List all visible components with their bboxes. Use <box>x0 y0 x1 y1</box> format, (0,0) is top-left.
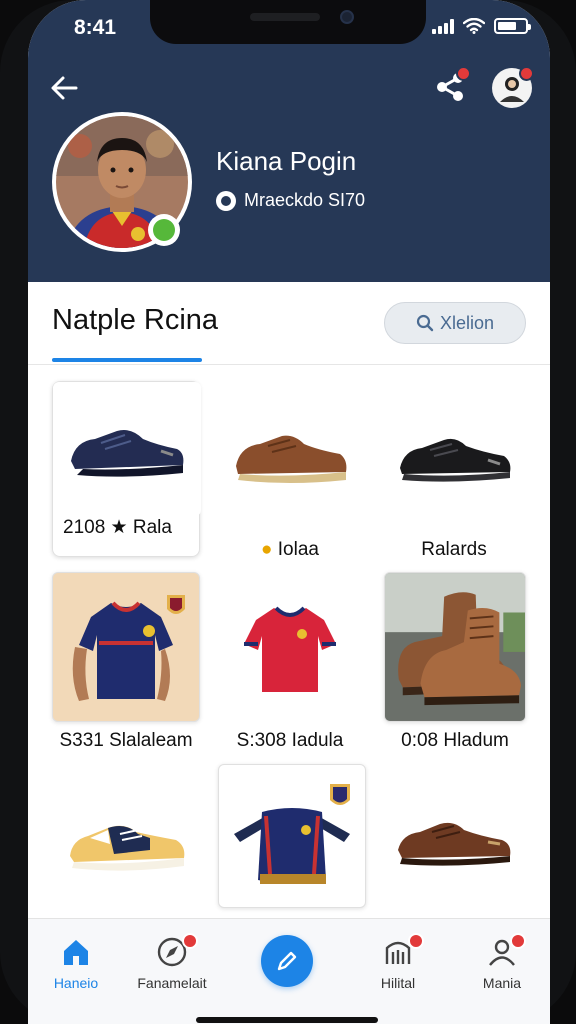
product-card[interactable] <box>218 764 366 916</box>
profile-meta: Mraeckdo SI70 <box>216 190 365 211</box>
leather-boots-image <box>385 573 525 721</box>
product-card[interactable]: S331 Slalaleam <box>52 572 200 752</box>
phone-frame: 8:41 Kiana Pogin Mraeckdo SI70 Natple Rc… <box>0 0 576 1024</box>
profile-badge <box>510 933 526 949</box>
verified-icon <box>216 190 236 211</box>
explore-badge <box>182 933 198 949</box>
yellow-sneaker-image <box>70 825 185 871</box>
pencil-icon <box>277 951 297 971</box>
wifi-icon <box>463 18 485 34</box>
front-camera <box>340 10 354 24</box>
nav-home-label: Haneio <box>53 975 99 991</box>
search-label: Xlelion <box>439 312 495 333</box>
status-icons <box>432 18 531 34</box>
speaker-grille <box>250 13 320 21</box>
product-caption: S331 Slalaleam <box>59 730 193 751</box>
product-caption: Ralards <box>421 539 487 560</box>
share-button[interactable] <box>430 66 471 106</box>
product-caption: ● Iolaa <box>261 539 319 560</box>
app-screen: 8:41 Kiana Pogin Mraeckdo SI70 Natple Rc… <box>28 0 550 1024</box>
product-caption: 2108 ★ Rala <box>63 517 172 538</box>
profile-name: Kiana Pogin <box>216 146 357 176</box>
back-arrow-icon[interactable] <box>46 70 82 106</box>
home-indicator[interactable] <box>196 1017 378 1023</box>
product-card[interactable]: ● Iolaa <box>216 381 364 561</box>
account-notification-badge <box>519 66 534 81</box>
camera-notch <box>150 0 426 44</box>
product-caption: 0:08 Hladum <box>401 730 509 751</box>
active-tab-indicator <box>52 358 202 362</box>
account-avatar-button[interactable] <box>492 66 534 108</box>
navy-jersey-image <box>72 595 185 701</box>
product-card[interactable]: 2108 ★ Rala <box>52 381 201 557</box>
brown-casual-shoe-image <box>398 822 511 866</box>
product-card[interactable]: 0:08 Hladum <box>384 572 526 752</box>
store-badge <box>408 933 424 949</box>
red-jersey-image <box>244 606 336 692</box>
signal-icon <box>432 18 454 34</box>
compose-button[interactable] <box>261 935 313 987</box>
search-button[interactable]: Xlelion <box>384 302 526 344</box>
nav-store-label: Hilital <box>380 975 416 991</box>
profile-header: 8:41 Kiana Pogin Mraeckdo SI70 <box>28 0 550 282</box>
home-icon <box>64 940 88 965</box>
nav-profile[interactable]: Mania <box>454 933 550 991</box>
nav-profile-label: Mania <box>482 975 522 991</box>
profile-meta-text: Mraeckdo SI70 <box>244 190 366 210</box>
battery-icon <box>494 18 531 34</box>
product-card[interactable] <box>52 764 200 922</box>
black-shoe-image <box>400 438 511 482</box>
bottom-navigation: Haneio Fanamelait Hilital Mania <box>28 918 550 1024</box>
section-title: Natple Rcina <box>52 304 219 336</box>
brown-shoe-image <box>236 435 347 483</box>
product-card[interactable]: Ralards <box>380 381 528 561</box>
status-time: 8:41 <box>74 16 117 39</box>
online-status-indicator <box>148 214 180 246</box>
nav-store[interactable]: Hilital <box>350 933 446 991</box>
team-bag-image <box>234 784 350 884</box>
bookmark-icon: ● <box>261 539 273 560</box>
search-icon <box>416 314 434 332</box>
nav-explore-label: Fanamelait <box>137 975 207 991</box>
share-notification-badge <box>456 66 471 81</box>
product-card[interactable] <box>380 764 528 922</box>
section-divider <box>28 364 550 365</box>
navy-sneaker-image <box>71 430 184 477</box>
nav-home[interactable]: Haneio <box>28 933 124 991</box>
product-caption: S:308 Iadula <box>236 730 344 751</box>
product-card[interactable]: S:308 Iadula <box>216 572 364 752</box>
nav-explore[interactable]: Fanamelait <box>124 933 220 991</box>
